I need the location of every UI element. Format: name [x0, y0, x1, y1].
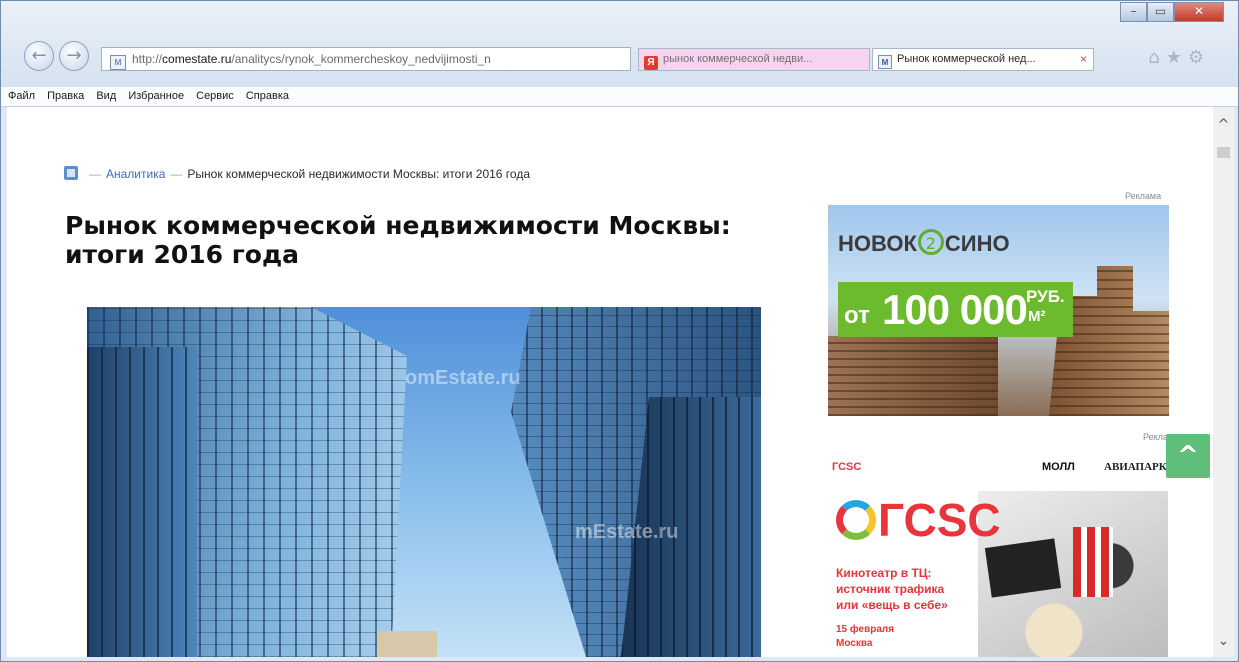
ad-partner-gcsc: ГСSC	[832, 461, 862, 473]
menu-view[interactable]: Вид	[96, 90, 116, 102]
forward-button[interactable]: →	[59, 41, 89, 71]
ad-price: 100 000	[882, 286, 1028, 333]
home-icon[interactable]: ⌂	[1148, 47, 1165, 68]
vertical-scrollbar[interactable]: ^ ⌄	[1213, 107, 1234, 657]
back-button[interactable]: ←	[24, 41, 54, 71]
watermark: omEstate.ru	[405, 367, 521, 389]
breadcrumb-separator: —	[89, 167, 101, 181]
breadcrumb: — Аналитика — Рынок коммерческой недвижимос…	[64, 165, 530, 183]
article-hero-image: omEstate.ru mEstate.ru	[87, 307, 761, 657]
ad-logo-circle-icon: 2	[917, 229, 944, 255]
browser-toolbar-icons: ⌂★⚙	[1148, 47, 1210, 68]
ad-date: 15 февраля	[836, 624, 895, 635]
ad-logo: НОВОК 2 СИНО	[838, 223, 1048, 265]
ad-gcsc-logo-text: ГСSC	[878, 494, 1001, 546]
yandex-icon: Я	[644, 56, 658, 70]
ad-headline-line: или «вещь в себе»	[836, 598, 948, 612]
ad-clapperboard	[984, 538, 1062, 598]
close-window-button[interactable]: ✕	[1174, 2, 1224, 22]
ad-banner-gcsc[interactable]: ГСSC МОЛЛ АВИАПАРК ГСSC Кинотеатр в ТЦ: …	[828, 447, 1169, 657]
ad-currency: РУБ.	[1026, 287, 1065, 306]
building-left-front	[87, 347, 197, 657]
scroll-to-top-button[interactable]: ^	[1166, 434, 1210, 478]
scroll-down-icon[interactable]: ⌄	[1213, 633, 1234, 649]
menu-bar: Файл Правка Вид Избранное Сервис Справка	[1, 87, 1238, 107]
ad-logo-right: СИНО	[944, 231, 1010, 256]
ad-city: Москва	[836, 638, 873, 649]
browser-window: – ▭ ✕ ← → Mhttp://comestate.ru/analitycs…	[0, 0, 1239, 662]
ad-headline-line: источник трафика	[836, 582, 945, 596]
menu-edit[interactable]: Правка	[47, 90, 84, 102]
page-title: Рынок коммерческой недвижимости Москвы: …	[65, 211, 731, 269]
tab-label: рынок коммерческой недви...	[663, 53, 813, 65]
breadcrumb-link-analytics[interactable]: Аналитика	[106, 167, 165, 181]
watermark: mEstate.ru	[575, 521, 679, 543]
ad-headline-line: Кинотеатр в ТЦ:	[836, 566, 932, 580]
ad-banner-novokosino[interactable]: НОВОК 2 СИНО от 100 000 РУБ. М²	[828, 205, 1169, 416]
menu-tools[interactable]: Сервис	[196, 90, 234, 102]
ad-event-date: 15 февраля Москва	[836, 623, 894, 651]
ad-price-bar: от 100 000 РУБ. М²	[838, 282, 1073, 337]
maximize-button[interactable]: ▭	[1147, 2, 1174, 22]
ad-popcorn-cup	[1073, 527, 1113, 597]
gcsc-ring-icon	[836, 500, 876, 540]
breadcrumb-current: Рынок коммерческой недвижимости Москвы: …	[187, 167, 530, 181]
home-icon[interactable]	[64, 166, 78, 180]
favorites-star-icon[interactable]: ★	[1166, 47, 1188, 68]
breadcrumb-separator: —	[170, 167, 183, 181]
ad-partner-moll: МОЛЛ	[1042, 461, 1075, 473]
url-path: /analitycs/rynok_kommercheskoy_nedvijimo…	[231, 52, 491, 66]
ad-gcsc-logo: ГСSC	[836, 495, 1001, 545]
url-domain: comestate.ru	[162, 52, 232, 66]
ad-headline: Кинотеатр в ТЦ: источник трафика или «ве…	[836, 565, 948, 613]
close-tab-icon[interactable]: ×	[1080, 49, 1087, 70]
ad-label: Реклама	[1125, 191, 1162, 201]
ad-logo-left: НОВОК	[838, 231, 917, 256]
menu-favorites[interactable]: Избранное	[128, 90, 184, 102]
tab-yandex-search[interactable]: Ярынок коммерческой недви...	[638, 48, 870, 71]
tab-label: Рынок коммерческой нед...	[897, 53, 1036, 65]
building-bottom	[377, 631, 437, 657]
ad-partner-aviapark: АВИАПАРК	[1104, 461, 1167, 473]
scroll-up-icon[interactable]: ^	[1213, 117, 1234, 133]
tab-comestate-active[interactable]: M Рынок коммерческой нед... ×	[872, 48, 1094, 71]
ad-unit: М²	[1028, 308, 1046, 325]
page-content: — Аналитика — Рынок коммерческой недвижимос…	[7, 107, 1213, 657]
settings-gear-icon[interactable]: ⚙	[1188, 47, 1210, 68]
ad-price-prefix: от	[844, 302, 870, 329]
ad-buildings	[828, 336, 998, 416]
minimize-button[interactable]: –	[1120, 2, 1147, 22]
scrollbar-thumb[interactable]	[1217, 147, 1230, 158]
menu-file[interactable]: Файл	[8, 90, 35, 102]
site-favicon-icon: M	[878, 55, 892, 69]
url-prefix: http://	[132, 52, 163, 66]
site-favicon: M	[110, 55, 126, 70]
menu-help[interactable]: Справка	[246, 90, 289, 102]
address-bar[interactable]: Mhttp://comestate.ru/analitycs/rynok_kom…	[101, 47, 631, 71]
browser-navbar: – ▭ ✕ ← → Mhttp://comestate.ru/analitycs…	[1, 1, 1238, 87]
